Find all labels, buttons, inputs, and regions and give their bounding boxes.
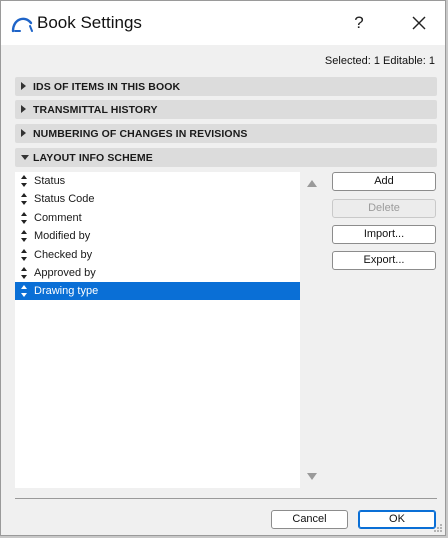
book-settings-dialog: Book Settings ? Selected: 1 Editable: 1 … <box>0 0 446 536</box>
list-item[interactable]: Status <box>15 172 300 190</box>
resize-grip-icon[interactable] <box>433 523 443 533</box>
list-item-label: Status <box>34 175 66 187</box>
selection-info: Selected: 1 Editable: 1 <box>324 55 435 67</box>
list-item[interactable]: Comment <box>15 209 300 227</box>
add-button[interactable]: Add <box>332 172 436 191</box>
app-logo-icon <box>11 17 33 33</box>
list-item-label: Approved by <box>34 267 96 279</box>
move-down-arrow-icon[interactable] <box>307 473 317 480</box>
window-title: Book Settings <box>37 13 142 32</box>
section-label: TRANSMITTAL HISTORY <box>33 104 158 116</box>
section-label: NUMBERING OF CHANGES IN REVISIONS <box>33 128 248 140</box>
reorder-handle-icon[interactable] <box>20 174 28 188</box>
collapse-arrow-icon <box>21 155 29 160</box>
list-item-selected[interactable]: Drawing type <box>15 282 300 300</box>
expand-arrow-icon <box>21 82 26 90</box>
list-item-label: Checked by <box>34 249 93 261</box>
list-item-label: Comment <box>34 212 82 224</box>
reorder-handle-icon[interactable] <box>20 284 28 298</box>
reorder-handle-icon[interactable] <box>20 229 28 243</box>
list-item-label: Drawing type <box>34 285 99 297</box>
help-button[interactable]: ? <box>345 9 373 37</box>
footer-divider <box>15 498 437 499</box>
section-label: IDS OF ITEMS IN THIS BOOK <box>33 81 181 93</box>
section-ids-of-items[interactable]: IDS OF ITEMS IN THIS BOOK <box>15 77 437 96</box>
list-item[interactable]: Approved by <box>15 264 300 282</box>
ok-button[interactable]: OK <box>358 510 436 529</box>
export-button[interactable]: Export... <box>332 251 436 270</box>
reorder-handle-icon[interactable] <box>20 211 28 225</box>
section-label: LAYOUT INFO SCHEME <box>33 152 153 164</box>
move-up-arrow-icon[interactable] <box>307 180 317 187</box>
delete-button[interactable]: Delete <box>332 199 436 218</box>
reorder-handle-icon[interactable] <box>20 266 28 280</box>
section-layout-info-scheme[interactable]: LAYOUT INFO SCHEME <box>15 148 437 167</box>
expand-arrow-icon <box>21 129 26 137</box>
reorder-handle-icon[interactable] <box>20 192 28 206</box>
list-item-label: Status Code <box>34 193 95 205</box>
reorder-handle-icon[interactable] <box>20 248 28 262</box>
close-icon[interactable] <box>403 9 435 37</box>
expand-arrow-icon <box>21 105 26 113</box>
list-item-label: Modified by <box>34 230 91 242</box>
import-button[interactable]: Import... <box>332 225 436 244</box>
cancel-button[interactable]: Cancel <box>271 510 348 529</box>
list-item[interactable]: Modified by <box>15 227 300 245</box>
list-item[interactable]: Status Code <box>15 190 300 208</box>
section-transmittal-history[interactable]: TRANSMITTAL HISTORY <box>15 100 437 119</box>
list-item[interactable]: Checked by <box>15 246 300 264</box>
section-numbering-of-changes[interactable]: NUMBERING OF CHANGES IN REVISIONS <box>15 124 437 143</box>
title-bar[interactable]: Book Settings ? <box>1 1 445 45</box>
scheme-field-list[interactable]: Status Status Code Comment Modified by C… <box>15 172 300 488</box>
